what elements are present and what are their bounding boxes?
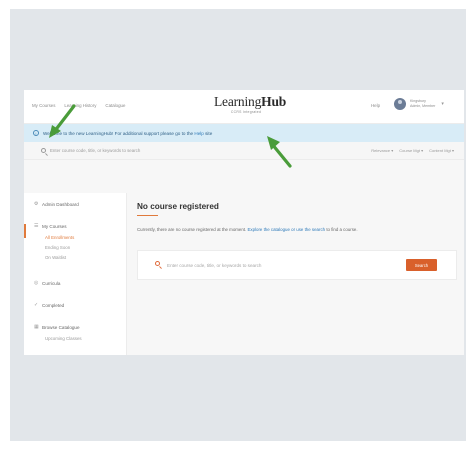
user-info: Kingsbury Admin, Member (410, 99, 435, 109)
page-title: No course registered (137, 202, 219, 211)
sidebar (24, 193, 127, 355)
info-icon: i (33, 130, 39, 136)
banner-text: Welcome to the new LearningHub! For addi… (43, 130, 213, 136)
help-link[interactable]: Help (371, 103, 380, 108)
explore-catalogue-link[interactable]: Explore the catalogue or use the search (247, 227, 325, 232)
course-search-card: Search (137, 250, 457, 280)
sidebar-item-completed[interactable]: ✓ Completed (34, 302, 64, 308)
avatar (394, 98, 406, 110)
check-icon: ✓ (34, 302, 39, 308)
filter-content-mgt[interactable]: Content Mgt ▾ (429, 148, 454, 153)
help-site-link[interactable]: Help (194, 131, 203, 136)
sidebar-item-label: Admin Dashboard (42, 201, 79, 207)
sidebar-item-admin-dashboard[interactable]: ⚙ Admin Dashboard (34, 201, 79, 207)
filter-relevance[interactable]: Relevance ▾ (371, 148, 393, 153)
top-search-placeholder: Enter course code, title, or keywords to… (50, 148, 141, 153)
sidebar-item-label: Curricula (42, 280, 61, 286)
filter-course-mgt[interactable]: Course Mgt ▾ (399, 148, 423, 153)
filter-dropdowns: Relevance ▾ Course Mgt ▾ Content Mgt ▾ (371, 148, 454, 153)
top-nav: My Courses Learning History Catalogue (32, 103, 125, 108)
sidebar-sub-ending-soon[interactable]: Ending Soon (45, 245, 70, 250)
learninghub-logo[interactable]: LearningHub CCRS Integrated (214, 94, 287, 115)
course-search-input[interactable] (167, 260, 387, 270)
sidebar-item-label: Completed (42, 302, 65, 308)
sidebar-item-label: Browse Catalogue (42, 324, 80, 330)
list-icon: ☰ (34, 223, 39, 229)
sidebar-item-label: My Courses (42, 223, 67, 229)
welcome-banner: i Welcome to the new LearningHub! For ad… (24, 124, 464, 142)
filter-bar: Enter course code, title, or keywords to… (24, 142, 464, 160)
search-icon (41, 148, 46, 153)
sidebar-item-browse-catalogue[interactable]: ▦ Browse Catalogue (34, 324, 80, 330)
catalogue-icon: ▦ (34, 324, 39, 330)
user-role: Admin, Member (410, 104, 436, 108)
chevron-down-icon: ▾ (441, 101, 444, 107)
active-indicator (24, 224, 26, 238)
learninghub-app: My Courses Learning History Catalogue Le… (24, 90, 464, 355)
user-menu[interactable]: Kingsbury Admin, Member ▾ (394, 98, 444, 110)
sidebar-item-my-courses[interactable]: ☰ My Courses (34, 223, 67, 229)
nav-catalogue[interactable]: Catalogue (105, 103, 125, 108)
curricula-icon: ◎ (34, 280, 39, 286)
sidebar-sub-all-enrollments[interactable]: All Enrollments (45, 235, 74, 240)
nav-learning-history[interactable]: Learning History (64, 103, 96, 108)
search-button[interactable]: Search (406, 259, 437, 271)
empty-state-text: Currently, there are no course registere… (137, 227, 358, 232)
top-search[interactable]: Enter course code, title, or keywords to… (41, 148, 140, 153)
gear-icon: ⚙ (34, 201, 39, 207)
top-header: My Courses Learning History Catalogue Le… (24, 90, 464, 124)
logo-subtitle: CCRS Integrated (230, 110, 262, 114)
sidebar-sub-upcoming-classes[interactable]: Upcoming Classes (45, 336, 82, 341)
nav-my-courses[interactable]: My Courses (32, 103, 55, 108)
search-icon (155, 261, 160, 266)
sidebar-top-spacer (24, 160, 127, 193)
sidebar-sub-on-waitlist[interactable]: On Waitlist (45, 255, 66, 260)
sidebar-item-curricula[interactable]: ◎ Curricula (34, 280, 60, 286)
title-underline (137, 215, 158, 217)
logo-text: LearningHub (214, 94, 287, 109)
